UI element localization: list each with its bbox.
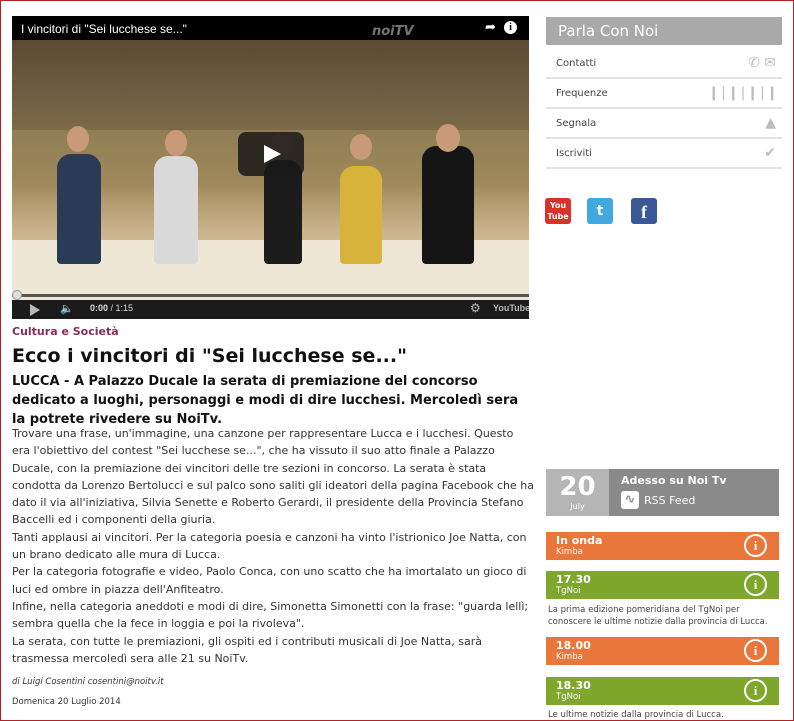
twitter-icon[interactable]: t bbox=[587, 198, 613, 224]
article-paragraph: La serata, con tutte le premiazioni, gli… bbox=[12, 634, 482, 665]
youtube-icon[interactable]: You Tube bbox=[545, 198, 571, 224]
contact-item-contatti[interactable]: Contatti ✆ ✉ bbox=[546, 49, 782, 79]
panelist-head bbox=[67, 126, 89, 152]
panelist bbox=[57, 154, 101, 264]
control-play-icon[interactable] bbox=[30, 304, 40, 316]
panelist bbox=[422, 146, 474, 264]
youtube-logo[interactable]: YouTube bbox=[493, 303, 529, 313]
now-on-air-title: Adesso su Noi Tv bbox=[621, 474, 727, 487]
schedule-item[interactable]: In onda Kimba i bbox=[546, 532, 779, 560]
info-icon[interactable]: i bbox=[744, 534, 767, 557]
article-byline: di Luigi Cosentini cosentini@noitv.it bbox=[12, 677, 164, 687]
settings-icon[interactable]: ⚙ bbox=[470, 301, 481, 315]
article-date: Domenica 20 Luglio 2014 bbox=[12, 697, 121, 707]
info-icon[interactable]: i bbox=[744, 679, 767, 702]
info-icon[interactable]: i bbox=[504, 21, 517, 34]
contact-item-segnala[interactable]: Segnala ▲ bbox=[546, 109, 782, 139]
volume-icon[interactable]: 🔈 bbox=[60, 302, 74, 315]
schedule-program: TgNoi bbox=[556, 586, 581, 596]
article-category[interactable]: Cultura e Società bbox=[12, 325, 119, 338]
date-badge: 20 July bbox=[546, 469, 609, 516]
panelist-head bbox=[165, 130, 187, 156]
date-day: 20 bbox=[559, 472, 596, 502]
info-icon[interactable]: i bbox=[744, 639, 767, 662]
contact-item-label: Iscriviti bbox=[556, 148, 592, 159]
time-total: 1:15 bbox=[115, 303, 134, 313]
schedule-description: La prima edizione pomeridiana del TgNoi … bbox=[548, 605, 768, 627]
video-title[interactable]: I vincitori di "Sei lucchese se..." bbox=[21, 22, 187, 36]
article-paragraph: Infine, nella categoria aneddoti e modi … bbox=[12, 599, 529, 631]
share-icon[interactable]: ➦ bbox=[485, 20, 496, 35]
schedule-time: 17.30 bbox=[556, 573, 591, 586]
panelist-head bbox=[350, 134, 372, 160]
play-button[interactable] bbox=[238, 132, 304, 176]
article-paragraph: Per la categoria fotografie e video, Pao… bbox=[12, 565, 527, 596]
contact-panel-title: Parla Con Noi bbox=[546, 17, 782, 45]
schedule-item[interactable]: 18.30 TgNoi i bbox=[546, 677, 779, 705]
panelist-head bbox=[436, 124, 460, 152]
schedule-program: Kimba bbox=[556, 547, 583, 557]
control-bar: 🔈 0:00 / 1:15 ⚙ YouTube bbox=[12, 300, 529, 319]
signal-icon: ▲ bbox=[765, 115, 776, 131]
phone-mail-icon: ✆ ✉ bbox=[748, 55, 776, 71]
contact-item-iscriviti[interactable]: Iscriviti ✔ bbox=[546, 139, 782, 169]
schedule-program: Kimba bbox=[556, 652, 583, 662]
contact-item-label: Segnala bbox=[556, 118, 597, 129]
panelist bbox=[154, 156, 198, 264]
schedule-item[interactable]: 18.00 Kimba i bbox=[546, 637, 779, 665]
schedule-description: Le ultime notizie dalla provincia di Luc… bbox=[548, 710, 724, 720]
schedule-time: 18.00 bbox=[556, 639, 591, 652]
schedule-time: In onda bbox=[556, 534, 603, 547]
progress-bar[interactable] bbox=[12, 294, 529, 297]
contact-item-label: Contatti bbox=[556, 58, 597, 69]
article-paragraph: Tanti applausi ai vincitori. Per la cate… bbox=[12, 530, 527, 562]
contact-item-frequenze[interactable]: Frequenze ❙❘❙❘❙❘❙ bbox=[546, 79, 782, 109]
article-paragraph: Trovare una frase, un'immagine, una canz… bbox=[12, 427, 534, 527]
article-headline: Ecco i vincitori di "Sei lucchese se..." bbox=[12, 345, 407, 367]
check-icon: ✔ bbox=[764, 145, 776, 161]
now-on-air-panel: 20 July Adesso su Noi Tv ∿ RSS Feed bbox=[546, 469, 779, 516]
time-display: 0:00 / 1:15 bbox=[90, 303, 134, 313]
article-subheadline: LUCCA - A Palazzo Ducale la serata di pr… bbox=[12, 374, 519, 427]
schedule-program: TgNoi bbox=[556, 692, 581, 702]
channel-watermark: noiTV bbox=[372, 24, 414, 39]
info-icon[interactable]: i bbox=[744, 573, 767, 596]
facebook-icon[interactable]: f bbox=[631, 198, 657, 224]
contact-item-label: Frequenze bbox=[556, 88, 608, 99]
time-current: 0:00 bbox=[90, 303, 109, 313]
progress-knob[interactable] bbox=[12, 290, 22, 300]
stage-backdrop bbox=[12, 40, 529, 130]
rss-icon[interactable]: ∿ bbox=[621, 491, 639, 509]
rss-feed-link[interactable]: RSS Feed bbox=[644, 494, 695, 507]
article-body: Trovare una frase, un'immagine, una canz… bbox=[12, 425, 534, 667]
schedule-item[interactable]: 17.30 TgNoi i bbox=[546, 571, 779, 599]
panelist bbox=[340, 166, 382, 264]
video-player[interactable]: I vincitori di "Sei lucchese se..." noiT… bbox=[12, 16, 529, 319]
waveform-icon: ❙❘❙❘❙❘❙ bbox=[707, 85, 778, 101]
schedule-time: 18.30 bbox=[556, 679, 591, 692]
date-month: July bbox=[570, 502, 585, 511]
